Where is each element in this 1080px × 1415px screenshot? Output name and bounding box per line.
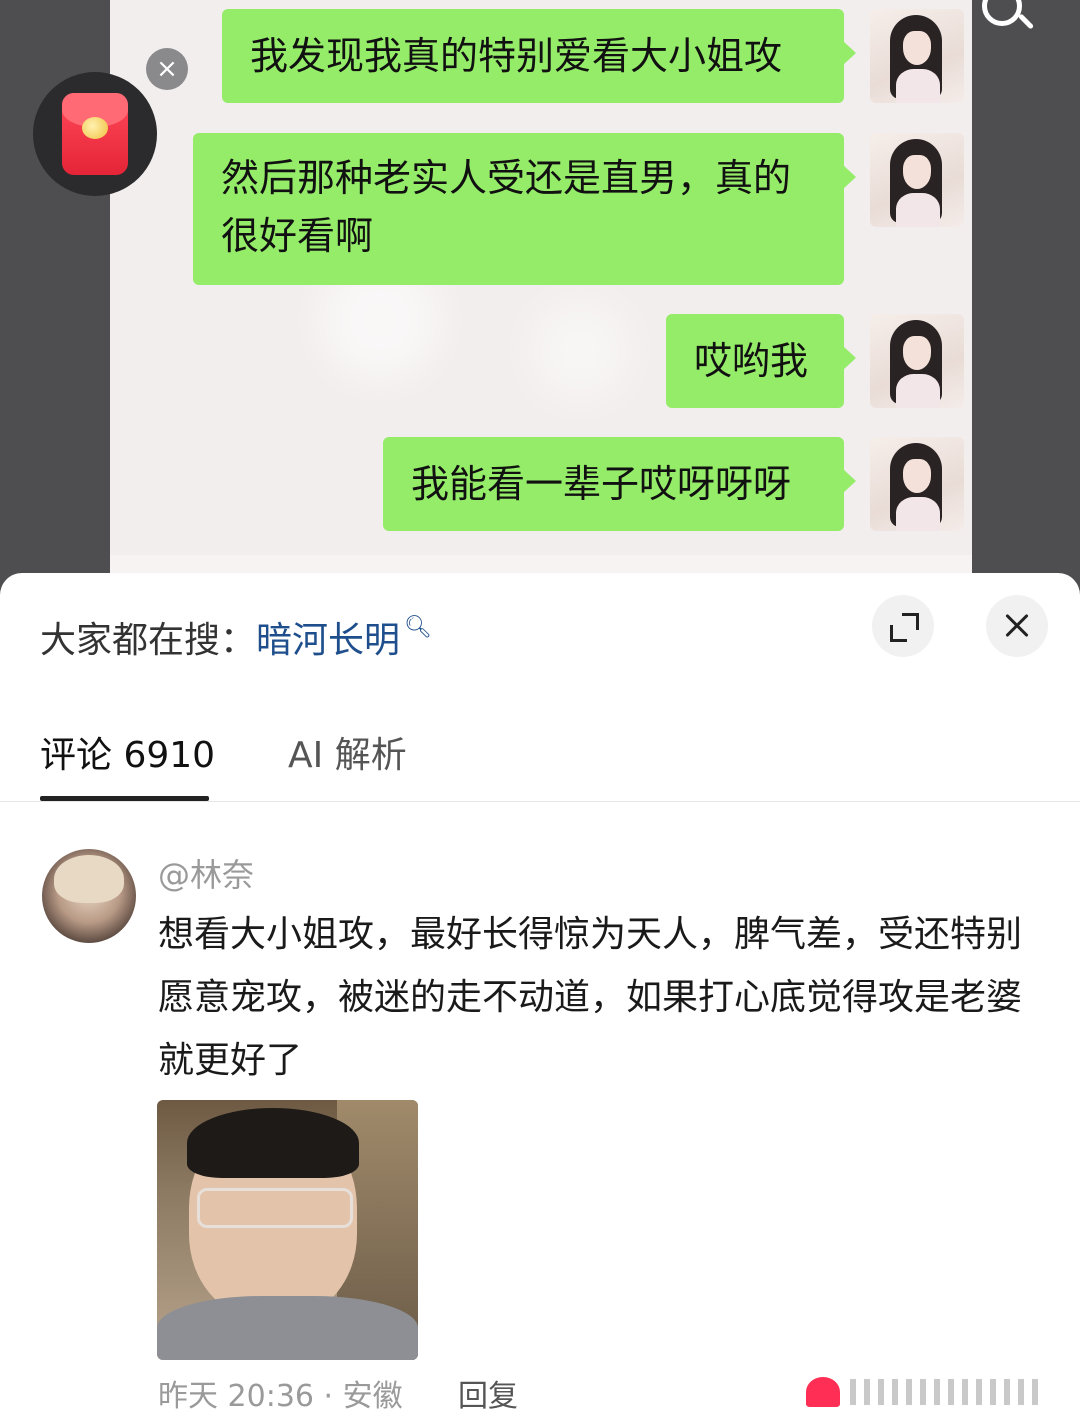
red-packet-button[interactable]: [33, 72, 157, 196]
chat-bubble: 我能看一辈子哎呀呀呀: [383, 437, 856, 531]
tab-ai-analysis[interactable]: AI 解析: [288, 726, 407, 778]
trending-prefix: 大家都在搜：: [40, 620, 257, 661]
tab-comments[interactable]: 评论 6910: [40, 726, 215, 778]
girl-avatar-icon: [870, 437, 964, 531]
chat-bubble: 然后那种老实人受还是直男，真的很好看啊: [193, 133, 856, 285]
girl-avatar-icon: [870, 9, 964, 103]
comment-username[interactable]: @林奈: [158, 850, 254, 896]
video-player[interactable]: 我发现我真的特别爱看大小姐攻 然后那种老实人受还是直男，真的很好看啊 哎哟我 我…: [0, 0, 1080, 600]
avatar[interactable]: [42, 849, 136, 943]
girl-avatar-icon: [870, 314, 964, 408]
comment-image[interactable]: [157, 1100, 418, 1360]
expand-button[interactable]: [872, 595, 934, 657]
close-red-packet-button[interactable]: ×: [146, 48, 188, 90]
chat-screenshot: 我发现我真的特别爱看大小姐攻 然后那种老实人受还是直男，真的很好看啊 哎哟我 我…: [110, 0, 972, 600]
comment-meta: 昨天 20:36 · 安徽: [158, 1379, 403, 1414]
search-icon: 🔍︎: [404, 615, 432, 640]
close-button[interactable]: [986, 595, 1048, 657]
reply-button[interactable]: 回复: [458, 1371, 518, 1415]
comment-text: 想看大小姐攻，最好长得惊为天人，脾气差，受还特别愿意宠攻，被迷的走不动道，如果打…: [158, 914, 1023, 1081]
trending-link[interactable]: 暗河长明: [256, 620, 400, 661]
divider: [0, 801, 1080, 802]
girl-avatar-icon: [870, 133, 964, 227]
trending-search[interactable]: 大家都在搜：暗河长明 🔍︎: [40, 611, 432, 663]
comments-sheet: 大家都在搜：暗河长明 🔍︎ 评论 6910 AI 解析 @林奈 想看大小姐攻，最好…: [0, 573, 1080, 1414]
like-button[interactable]: [806, 1377, 846, 1407]
like-count-obscured: [850, 1379, 1040, 1405]
red-packet-icon: [62, 93, 128, 175]
heart-icon: [806, 1377, 840, 1407]
chat-bubble: 哎哟我: [666, 314, 856, 408]
search-icon[interactable]: [982, 0, 1022, 26]
chat-bubble: 我发现我真的特别爱看大小姐攻: [222, 9, 856, 103]
